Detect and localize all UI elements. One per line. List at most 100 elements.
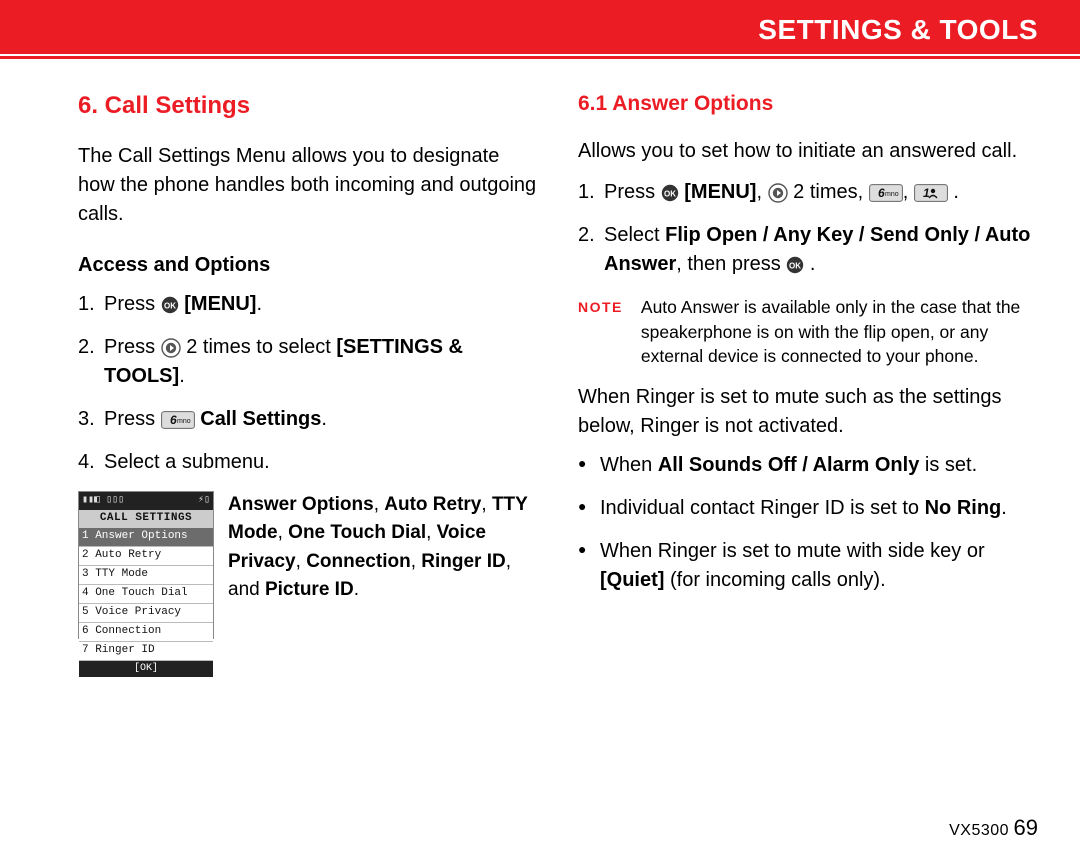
step-3: Press 6mno Call Settings. xyxy=(78,405,538,434)
svg-text:OK: OK xyxy=(789,262,801,271)
text: ⚡▯ xyxy=(198,494,210,509)
text: . xyxy=(321,408,327,430)
text: . xyxy=(179,365,185,387)
svg-text:OK: OK xyxy=(664,190,676,199)
model-number: VX5300 xyxy=(949,822,1009,839)
text: Connection xyxy=(306,551,411,572)
svg-text:6: 6 xyxy=(878,186,885,200)
text: , xyxy=(411,551,422,572)
note-block: NOTE Auto Answer is available only in th… xyxy=(578,295,1038,369)
text: Press xyxy=(104,336,161,358)
note-body: Auto Answer is available only in the cas… xyxy=(641,295,1038,369)
text: Press xyxy=(604,181,661,203)
page-footer: VX5300 69 xyxy=(949,815,1038,841)
svg-text:mno: mno xyxy=(177,418,191,425)
text: All Sounds Off / Alarm Only xyxy=(658,454,920,476)
text: Ringer ID xyxy=(421,551,505,572)
left-column: 6. Call Settings The Call Settings Menu … xyxy=(78,89,538,639)
section-intro: The Call Settings Menu allows you to des… xyxy=(78,142,538,229)
list-item: 7 Ringer ID xyxy=(79,642,213,661)
step-1: Press OK [MENU]. xyxy=(78,290,538,319)
answer-options-steps: Press OK [MENU], 2 times, 6mno, 1 . Sele… xyxy=(578,178,1038,279)
list-item: 1 Answer Options xyxy=(79,528,213,547)
page-number: 69 xyxy=(1014,815,1038,840)
text: When Ringer is set to mute with side key… xyxy=(600,540,985,562)
header-title: SETTINGS & TOOLS xyxy=(758,14,1038,46)
nav-right-icon xyxy=(768,183,788,203)
list-item: 3 TTY Mode xyxy=(79,566,213,585)
access-options-heading: Access and Options xyxy=(78,251,538,280)
text: [MENU] xyxy=(179,293,257,315)
access-steps: Press OK [MENU]. Press 2 times to select… xyxy=(78,290,538,477)
list-item: 2 Auto Retry xyxy=(79,547,213,566)
text: One Touch Dial xyxy=(288,522,426,543)
text: , xyxy=(374,494,385,515)
text: ▮▮◧ ▯▯▯ xyxy=(82,494,124,509)
phone-screenshot: ▮▮◧ ▯▯▯ ⚡▯ CALL SETTINGS 1 Answer Option… xyxy=(78,491,214,639)
text: Call Settings xyxy=(195,408,322,430)
step-1: Press OK [MENU], 2 times, 6mno, 1 . xyxy=(578,178,1038,207)
text: . xyxy=(804,253,815,275)
phone-menu-list: 1 Answer Options 2 Auto Retry 3 TTY Mode… xyxy=(79,528,213,661)
text: 2 times, xyxy=(788,181,869,203)
text: , xyxy=(903,181,914,203)
text: Answer Options xyxy=(228,494,374,515)
phone-softkey: [OK] xyxy=(79,661,213,678)
ok-icon: OK xyxy=(786,256,804,274)
text: Press xyxy=(104,408,161,430)
text: Flip Open / Any Key / Send Only / Auto A… xyxy=(604,224,1030,275)
step-4: Select a submenu. xyxy=(78,448,538,477)
text: , xyxy=(278,522,289,543)
text: 2 times to select xyxy=(181,336,337,358)
text: Auto Retry xyxy=(384,494,481,515)
text: Select xyxy=(604,224,665,246)
ringer-mute-intro: When Ringer is set to mute such as the s… xyxy=(578,383,1038,441)
content-columns: 6. Call Settings The Call Settings Menu … xyxy=(0,59,1080,639)
text: is set. xyxy=(919,454,977,476)
nav-right-icon xyxy=(161,338,181,358)
right-column: 6.1 Answer Options Allows you to set how… xyxy=(578,89,1038,639)
step-2: Select Flip Open / Any Key / Send Only /… xyxy=(578,221,1038,279)
key-6-icon: 6mno xyxy=(869,184,903,202)
list-item: Individual contact Ringer ID is set to N… xyxy=(578,494,1038,523)
text: (for incoming calls only). xyxy=(664,569,885,591)
list-item: When Ringer is set to mute with side key… xyxy=(578,537,1038,595)
header-band: SETTINGS & TOOLS xyxy=(0,0,1080,54)
list-item: 4 One Touch Dial xyxy=(79,585,213,604)
text: Picture ID xyxy=(265,579,354,600)
ok-icon: OK xyxy=(661,184,679,202)
text: . xyxy=(256,293,262,315)
submenu-block: ▮▮◧ ▯▯▯ ⚡▯ CALL SETTINGS 1 Answer Option… xyxy=(78,491,538,639)
submenu-list-text: Answer Options, Auto Retry, TTY Mode, On… xyxy=(228,491,538,639)
step-2: Press 2 times to select [SETTINGS & TOOL… xyxy=(78,333,538,391)
text: When xyxy=(600,454,658,476)
key-1-icon: 1 xyxy=(914,184,948,202)
list-item: When All Sounds Off / Alarm Only is set. xyxy=(578,451,1038,480)
text: . xyxy=(354,579,359,600)
text: , then press xyxy=(676,253,786,275)
list-item: 5 Voice Privacy xyxy=(79,604,213,623)
svg-text:mno: mno xyxy=(885,191,899,198)
text: , xyxy=(426,522,437,543)
subsection-intro: Allows you to set how to initiate an ans… xyxy=(578,137,1038,166)
note-label: NOTE xyxy=(578,295,623,369)
svg-text:6: 6 xyxy=(170,413,177,427)
ok-icon: OK xyxy=(161,296,179,314)
key-6-icon: 6mno xyxy=(161,411,195,429)
svg-text:OK: OK xyxy=(164,301,176,310)
text: Press xyxy=(104,293,161,315)
text: . xyxy=(948,181,959,203)
phone-screen-title: CALL SETTINGS xyxy=(79,510,213,528)
text: No Ring xyxy=(925,497,1002,519)
text: . xyxy=(1001,497,1007,519)
text: , xyxy=(481,494,492,515)
manual-page: SETTINGS & TOOLS 6. Call Settings The Ca… xyxy=(0,0,1080,863)
phone-statusbar: ▮▮◧ ▯▯▯ ⚡▯ xyxy=(79,492,213,511)
text: , xyxy=(296,551,307,572)
text: [Quiet] xyxy=(600,569,664,591)
text: [MENU] xyxy=(679,181,757,203)
subsection-heading: 6.1 Answer Options xyxy=(578,89,1038,119)
list-item: 6 Connection xyxy=(79,623,213,642)
text: Individual contact Ringer ID is set to xyxy=(600,497,925,519)
ringer-conditions: When All Sounds Off / Alarm Only is set.… xyxy=(578,451,1038,595)
